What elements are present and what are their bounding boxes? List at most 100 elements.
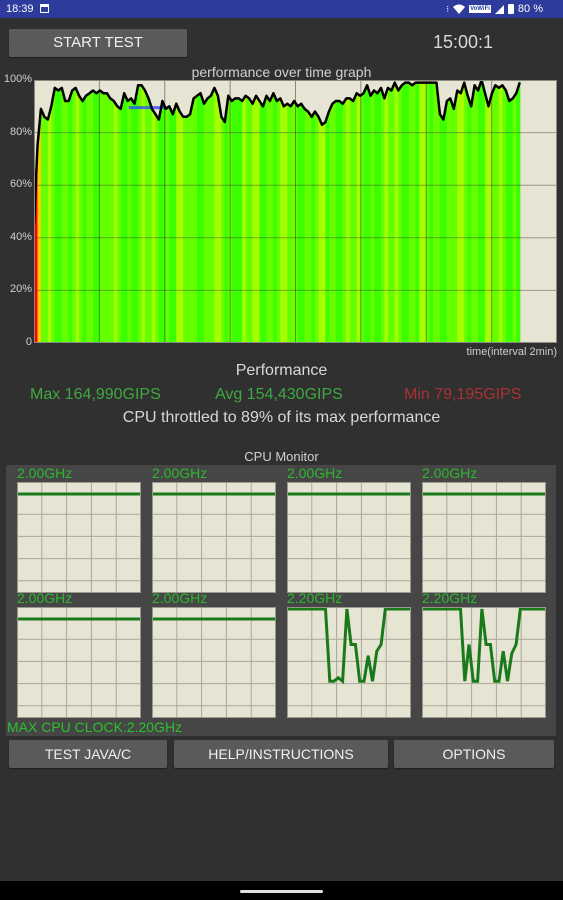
performance-band — [377, 80, 382, 343]
battery-icon — [507, 4, 514, 14]
core-frequency-label: 2.00GHz — [152, 465, 208, 481]
performance-point — [78, 95, 80, 97]
min-gips: Min 79,195GIPS — [404, 386, 522, 403]
performance-point — [460, 92, 462, 94]
performance-band — [457, 80, 462, 343]
performance-point — [494, 84, 496, 86]
performance-point — [276, 100, 278, 102]
performance-band — [51, 80, 56, 343]
y-tick-label: 100% — [3, 73, 32, 85]
performance-point — [113, 100, 115, 102]
core-chart-background — [152, 607, 276, 718]
performance-point — [286, 103, 288, 105]
performance-band — [245, 80, 250, 343]
performance-point — [328, 111, 330, 113]
core-chart — [17, 482, 141, 593]
performance-band — [217, 80, 222, 343]
performance-band — [238, 80, 243, 343]
core-chart-background — [287, 482, 411, 593]
performance-band — [214, 80, 219, 343]
performance-band — [474, 80, 479, 343]
help-instructions-button[interactable]: HELP/INSTRUCTIONS — [174, 740, 388, 768]
performance-point — [95, 92, 98, 94]
performance-point — [193, 97, 195, 99]
performance-point — [172, 113, 174, 115]
performance-band — [120, 80, 125, 343]
performance-band — [200, 80, 205, 343]
performance-band — [266, 80, 271, 343]
performance-point — [36, 145, 39, 147]
options-button[interactable]: OPTIONS — [394, 740, 554, 768]
performance-point — [352, 100, 354, 102]
performance-point — [54, 87, 56, 89]
performance-band — [408, 80, 413, 343]
performance-band — [485, 80, 490, 343]
performance-point — [231, 100, 233, 102]
performance-point — [238, 97, 240, 99]
core-frequency-label: 2.00GHz — [152, 590, 208, 606]
performance-band — [342, 80, 347, 343]
performance-point — [474, 84, 476, 86]
performance-band — [391, 80, 396, 343]
performance-point — [449, 97, 451, 99]
performance-band — [54, 80, 59, 343]
performance-band — [436, 80, 441, 343]
core-frequency-label: 2.00GHz — [17, 465, 73, 481]
performance-band — [429, 80, 434, 343]
performance-point — [137, 84, 139, 86]
performance-point — [141, 84, 143, 86]
performance-band — [197, 80, 202, 343]
performance-point — [317, 116, 320, 118]
cpu-core-graph: 2.00GHz — [287, 465, 411, 593]
performance-point — [380, 87, 382, 89]
core-chart-background — [17, 607, 141, 718]
performance-band — [471, 80, 476, 343]
performance-point — [435, 82, 438, 84]
performance-band — [415, 80, 420, 343]
performance-band — [231, 80, 236, 343]
performance-point — [411, 84, 413, 86]
performance-point — [331, 103, 333, 105]
performance-point — [213, 87, 215, 89]
home-gesture-handle[interactable] — [240, 890, 323, 893]
performance-point — [199, 92, 202, 94]
test-java-c-button[interactable]: TEST JAVA/C — [9, 740, 167, 768]
performance-point — [422, 82, 424, 84]
performance-band — [394, 80, 399, 343]
performance-point — [453, 108, 455, 110]
performance-point — [349, 97, 351, 99]
performance-band — [353, 80, 358, 343]
performance-band — [169, 80, 174, 343]
performance-band — [190, 80, 195, 343]
performance-band — [356, 80, 361, 343]
performance-point — [127, 100, 129, 102]
performance-point — [151, 108, 153, 110]
performance-band — [262, 80, 268, 343]
core-chart-background — [152, 482, 276, 593]
performance-point — [300, 103, 302, 105]
performance-point — [123, 92, 125, 94]
performance-band — [401, 80, 406, 343]
performance-point — [265, 95, 268, 97]
start-test-button[interactable]: START TEST — [9, 29, 187, 57]
performance-band — [512, 80, 517, 343]
performance-point — [519, 82, 521, 84]
performance-band — [86, 80, 91, 343]
performance-point — [245, 95, 247, 97]
performance-point — [258, 100, 261, 102]
performance-point — [418, 82, 420, 84]
performance-band — [328, 80, 333, 343]
performance-point — [147, 97, 150, 99]
performance-point — [68, 100, 70, 102]
performance-band — [467, 80, 472, 343]
performance-band — [280, 80, 285, 343]
performance-point — [106, 92, 108, 94]
performance-point — [324, 121, 326, 123]
performance-band — [207, 80, 212, 343]
core-frequency-label: 2.00GHz — [17, 590, 73, 606]
performance-point — [88, 92, 91, 94]
cpu-core-graph: 2.00GHz — [17, 590, 141, 718]
performance-point — [196, 95, 198, 97]
throttle-summary: CPU throttled to 89% of its max performa… — [122, 409, 441, 426]
performance-band — [75, 80, 80, 343]
